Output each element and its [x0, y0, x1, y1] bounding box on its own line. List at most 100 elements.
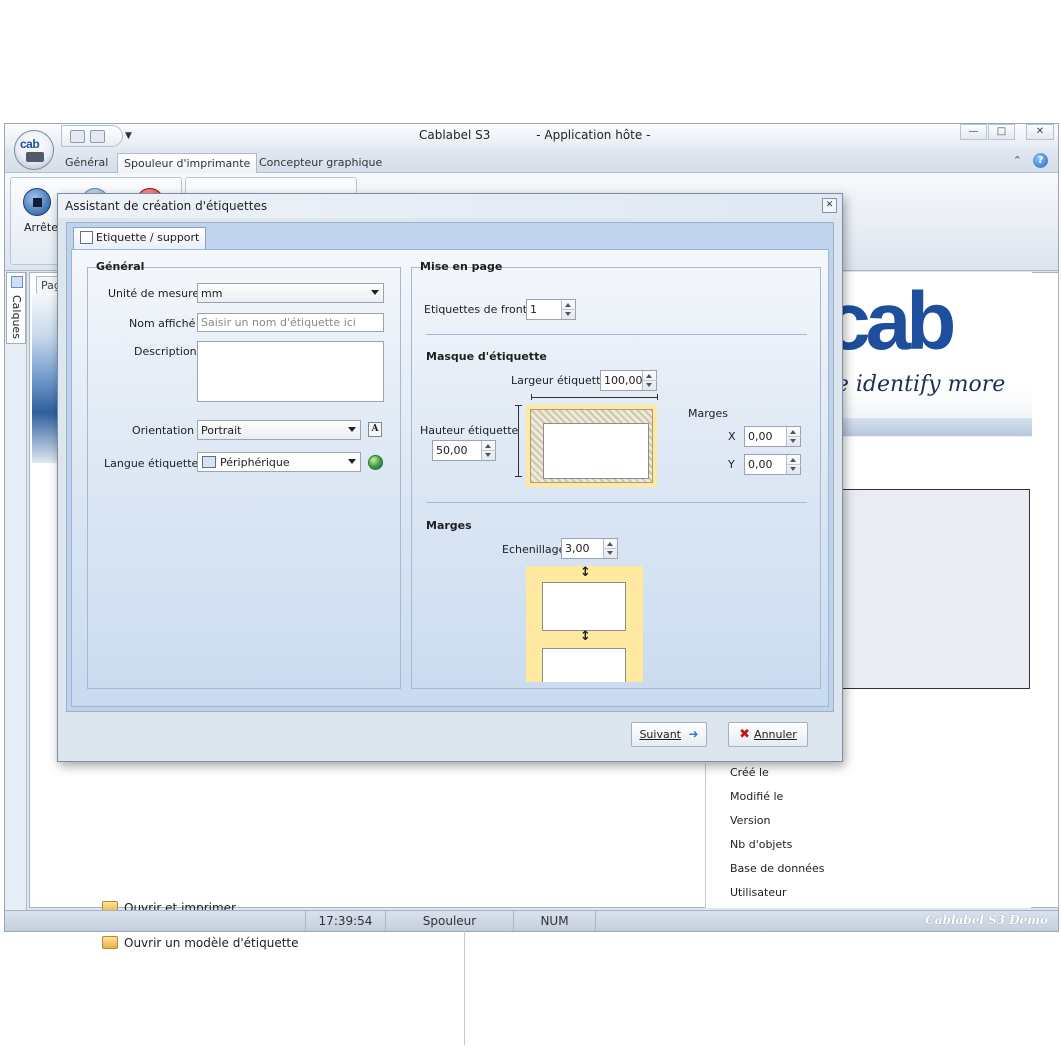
spin-down-icon[interactable] [790, 439, 796, 443]
unit-select[interactable]: mm [197, 283, 384, 303]
tab-graphic-designer[interactable]: Concepteur graphique [253, 153, 388, 173]
print-icon[interactable] [90, 130, 105, 143]
x-margin-spinner[interactable]: 0,00 [744, 426, 801, 447]
spin-up-icon[interactable] [790, 430, 796, 434]
prop-database: Base de données [730, 862, 825, 875]
stop-button[interactable] [23, 188, 51, 216]
open-template-link[interactable]: Ouvrir un modèle d'étiquette [102, 936, 299, 950]
layers-tab-label: Calques [10, 295, 23, 339]
folder-icon [102, 936, 118, 949]
window-title: Cablabel S3 - Application hôte - [419, 128, 651, 142]
spin-down-icon[interactable] [607, 551, 613, 555]
height-dimension-tick [515, 405, 522, 406]
width-spinner[interactable]: 100,00 [600, 370, 657, 391]
status-num: NUM [513, 911, 595, 931]
labels-front-label: Etiquettes de front [424, 303, 528, 316]
width-dimension-tick [531, 394, 532, 400]
x-label: X [728, 430, 736, 443]
height-dimension-line [518, 405, 519, 477]
spin-down-icon[interactable] [646, 383, 652, 387]
mask-margins-label: Marges [688, 407, 729, 420]
cab-banner: cab we identify more [817, 272, 1032, 437]
spin-down-icon[interactable] [565, 312, 571, 316]
status-mode: Spouleur [385, 911, 513, 931]
spin-up-icon[interactable] [790, 458, 796, 462]
printer-icon [26, 152, 44, 162]
app-menu-button[interactable]: cab [14, 130, 54, 170]
save-icon[interactable] [70, 130, 85, 143]
description-label: Description [134, 345, 197, 358]
layout-group-title: Mise en page [420, 260, 503, 273]
tab-label-media[interactable]: Etiquette / support [73, 227, 207, 249]
margins-title: Marges [426, 519, 472, 532]
height-spinner[interactable]: 50,00 [432, 440, 496, 461]
font-rotation-icon[interactable]: A [368, 422, 382, 437]
display-name-label: Nom affiché [129, 317, 196, 330]
label-mask-preview [526, 405, 657, 487]
description-textarea[interactable] [197, 341, 384, 402]
gap-spinner[interactable]: 3,00 [561, 538, 618, 559]
tab-general[interactable]: Général [59, 153, 114, 173]
device-icon [202, 456, 216, 468]
prop-object-count: Nb d'objets [730, 838, 793, 851]
cab-logo: cab [20, 137, 40, 151]
prop-version: Version [730, 814, 771, 827]
general-group: Général Unité de mesure mm Nom affiché S… [87, 260, 401, 689]
properties-panel: Créé le Modifié le Version Nb d'objets B… [705, 764, 1031, 908]
chevron-down-icon [348, 427, 356, 432]
general-group-title: Général [96, 260, 145, 273]
close-icon[interactable]: ✕ [1026, 124, 1054, 140]
globe-icon[interactable] [368, 455, 383, 470]
gap-arrow-icon: ↕ [580, 629, 591, 644]
dialog-close-icon[interactable]: ✕ [822, 198, 837, 213]
y-margin-spinner[interactable]: 0,00 [744, 454, 801, 475]
language-select[interactable]: Périphérique [197, 452, 361, 472]
spin-up-icon[interactable] [565, 303, 571, 307]
spin-down-icon[interactable] [485, 453, 491, 457]
display-name-input[interactable]: Saisir un nom d'étiquette ici [197, 313, 384, 332]
height-dimension-tick [515, 476, 522, 477]
spin-up-icon[interactable] [646, 374, 652, 378]
next-button[interactable]: Suivant ➜ [631, 722, 707, 747]
mask-title: Masque d'étiquette [426, 350, 547, 363]
orientation-select[interactable]: Portrait [197, 420, 361, 440]
title-bar: ▼ Cablabel S3 - Application hôte - — □ ✕ [5, 124, 1058, 148]
unit-label: Unité de mesure [108, 287, 200, 300]
tab-page: Général Unité de mesure mm Nom affiché S… [71, 249, 829, 707]
arrow-right-icon: ➜ [688, 727, 699, 741]
spin-up-icon[interactable] [607, 542, 613, 546]
tab-printer-spooler[interactable]: Spouleur d'imprimante [117, 153, 258, 173]
label-preview [823, 489, 1030, 689]
cancel-x-icon: ✖ [739, 727, 751, 742]
status-edition: Cablabel S3 Demo [925, 913, 1048, 927]
prop-user: Utilisateur [730, 886, 787, 899]
help-icon[interactable]: ? [1033, 153, 1048, 168]
label-area [542, 648, 626, 682]
width-label: Largeur étiquette [511, 374, 608, 387]
ribbon-tabs: Général Spouleur d'imprimante Concepteur… [5, 148, 1058, 173]
spin-up-icon[interactable] [485, 444, 491, 448]
y-label: Y [728, 458, 735, 471]
height-label: Hauteur étiquette [420, 424, 519, 437]
cancel-button[interactable]: ✖ Annuler [728, 722, 808, 747]
maximize-icon[interactable]: □ [988, 124, 1015, 140]
qat-customize-icon[interactable]: ▼ [125, 131, 132, 141]
divider [426, 334, 807, 335]
labels-front-spinner[interactable]: 1 [526, 299, 576, 320]
dialog-body: Etiquette / support Général Unité de mes… [66, 222, 834, 712]
collapse-ribbon-icon[interactable]: ⌃ [1013, 154, 1022, 167]
spin-down-icon[interactable] [790, 467, 796, 471]
status-empty [595, 911, 695, 931]
dialog-title-bar: Assistant de création d'étiquettes ✕ [58, 194, 842, 218]
width-dimension-line [531, 397, 658, 398]
gap-arrow-icon: ↕ [580, 566, 591, 580]
layers-icon [11, 276, 23, 288]
chevron-down-icon [371, 290, 379, 295]
minimize-icon[interactable]: — [960, 124, 987, 140]
orientation-label: Orientation [132, 424, 195, 437]
layers-tab[interactable]: Calques [6, 272, 26, 344]
label-area [543, 423, 649, 479]
side-panel: Calques [5, 272, 27, 912]
language-label: Langue étiquette [104, 457, 199, 470]
stop-icon [33, 198, 42, 207]
